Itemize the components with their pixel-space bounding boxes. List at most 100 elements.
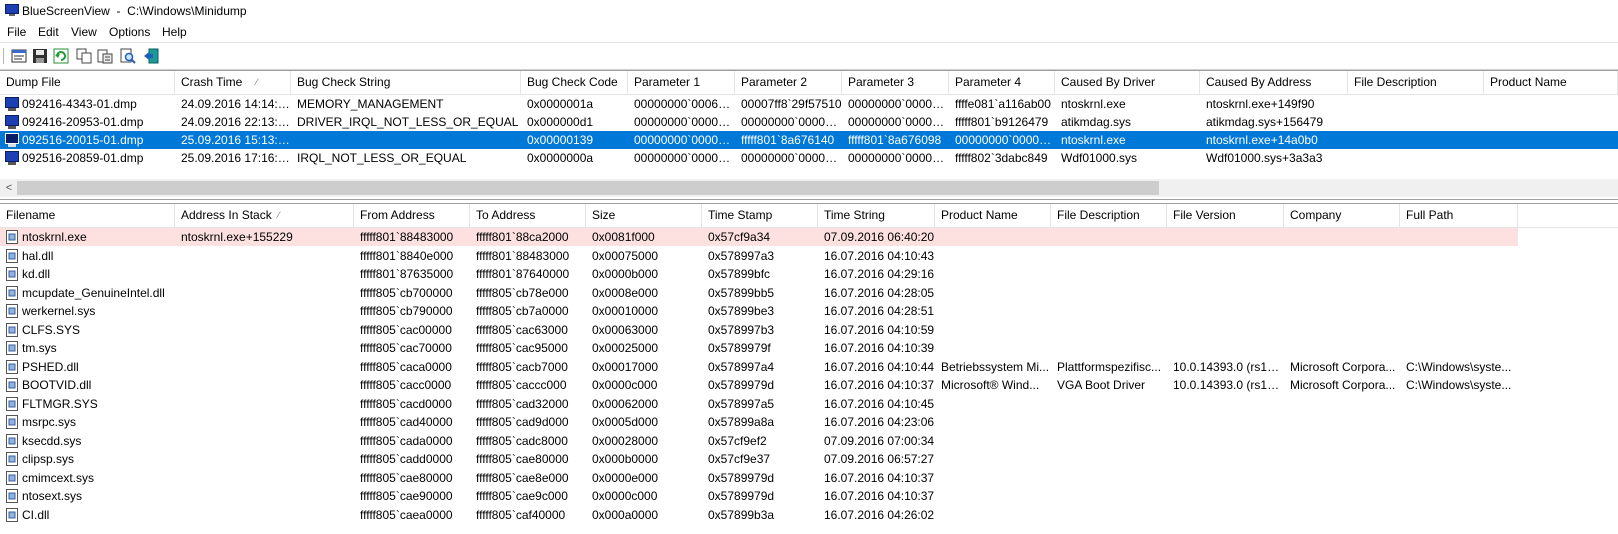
properties-icon[interactable] xyxy=(10,47,28,65)
app-icon xyxy=(5,4,19,16)
column-crash-time[interactable]: Crash Time xyxy=(175,71,291,94)
cell-company xyxy=(1284,506,1400,524)
driver-row[interactable]: ksecdd.sys fffff805`cada0000 fffff805`cadc… xyxy=(0,432,1568,450)
menu-options[interactable]: Options xyxy=(109,25,150,39)
cell-time-stamp: 0x57cf9e37 xyxy=(708,452,771,466)
toolbar xyxy=(0,42,1618,70)
cell-crash-time: 25.09.2016 15:13:45 xyxy=(181,133,291,147)
cell-from-address: fffff805`caea0000 xyxy=(360,507,453,522)
column-bug-check-string[interactable]: Bug Check String xyxy=(291,71,521,94)
menu-help[interactable]: Help xyxy=(162,25,187,39)
cell-time-stamp: 0x57cf9ef2 xyxy=(708,433,767,448)
driver-row[interactable]: CI.dll fffff805`caea0000 fffff805`caf40000… xyxy=(0,506,1568,524)
exit-icon[interactable] xyxy=(142,47,160,65)
driver-row[interactable]: BOOTVID.dll fffff805`cacc0000 fffff805`cac… xyxy=(0,376,1568,394)
cell-file-version xyxy=(1167,228,1284,246)
cell-size: 0x00025000 xyxy=(592,341,659,355)
driver-row[interactable]: ntoskrnl.exe ntoskrnl.exe+155229 fffff801`… xyxy=(0,228,1518,246)
cell-address-in-stack xyxy=(175,395,354,413)
menu-edit[interactable]: Edit xyxy=(38,25,59,39)
cell-time-string: 16.07.2016 04:29:16 xyxy=(824,267,935,281)
find-icon[interactable] xyxy=(119,47,137,65)
html-report-icon[interactable] xyxy=(96,47,114,65)
refresh-icon[interactable] xyxy=(52,47,70,65)
cell-address-in-stack xyxy=(175,265,354,283)
column-size[interactable]: Size xyxy=(586,204,702,227)
cell-parameter-4: fffff801`b9126479 xyxy=(955,115,1049,129)
dump-list[interactable]: Dump File Crash Time ⁄ Bug Check String … xyxy=(0,70,1618,200)
driver-row[interactable]: kd.dll fffff801`87635000 fffff801`87640000… xyxy=(0,265,1568,283)
column-time-string[interactable]: Time String xyxy=(818,204,935,227)
cell-company xyxy=(1284,265,1400,283)
driver-row[interactable]: tm.sys fffff805`cac70000 fffff805`cac95000… xyxy=(0,339,1568,357)
cell-size: 0x00010000 xyxy=(592,304,659,318)
cell-caused-by-address: ntoskrnl.exe+149f90 xyxy=(1206,97,1315,111)
cell-file-version xyxy=(1167,413,1284,431)
driver-row[interactable]: hal.dll fffff801`8840e000 fffff801`8848300… xyxy=(0,247,1568,265)
driver-row[interactable]: ntosext.sys fffff805`cae90000 fffff805`cae… xyxy=(0,487,1568,505)
driver-row[interactable]: werkernel.sys fffff805`cb790000 fffff805`c… xyxy=(0,302,1568,320)
column-dump-file[interactable]: Dump File xyxy=(0,71,175,94)
column-from-address[interactable]: From Address xyxy=(354,204,470,227)
cell-crash-time: 24.09.2016 14:14:51 xyxy=(181,97,291,111)
column-company[interactable]: Company xyxy=(1284,204,1400,227)
save-icon[interactable] xyxy=(31,47,49,65)
dump-row-selected[interactable]: 092516-20015-01.dmp 25.09.2016 15:13:45 … xyxy=(0,131,1618,149)
menu-view[interactable]: View xyxy=(71,25,97,39)
column-file-version[interactable]: File Version xyxy=(1167,204,1284,227)
column-caused-by-driver[interactable]: Caused By Driver xyxy=(1055,71,1200,94)
cell-address-in-stack xyxy=(175,450,354,468)
driver-row[interactable]: mcupdate_GenuineIntel.dll fffff805`cb7000… xyxy=(0,284,1568,302)
column-file-description[interactable]: File Description xyxy=(1051,204,1167,227)
column-parameter-4[interactable]: Parameter 4 xyxy=(949,71,1055,94)
dump-row[interactable]: 092416-20953-01.dmp 24.09.2016 22:13:59 … xyxy=(0,113,1568,131)
cell-company xyxy=(1284,432,1400,450)
driver-list[interactable]: Filename Address In Stack ⁄ From Address… xyxy=(0,203,1618,534)
column-product-name[interactable]: Product Name xyxy=(1484,71,1618,94)
cell-file-description: Plattformspezifisc... xyxy=(1057,359,1162,374)
cell-file-version: 10.0.14393.0 (rs1_r... xyxy=(1173,359,1284,374)
cell-file-description xyxy=(1051,450,1167,468)
cell-product-name xyxy=(935,284,1051,302)
driver-row[interactable]: msrpc.sys fffff805`cad40000 fffff805`cad9d… xyxy=(0,413,1568,431)
cell-file-version xyxy=(1167,302,1284,320)
column-file-description[interactable]: File Description xyxy=(1348,71,1484,94)
column-product-name[interactable]: Product Name xyxy=(935,204,1051,227)
column-bug-check-code[interactable]: Bug Check Code xyxy=(521,71,628,94)
dump-row[interactable]: 092416-4343-01.dmp 24.09.2016 14:14:51 M… xyxy=(0,95,1568,113)
column-to-address[interactable]: To Address xyxy=(470,204,586,227)
cell-caused-by-address: ntoskrnl.exe+14a0b0 xyxy=(1206,133,1318,147)
driver-row[interactable]: CLFS.SYS fffff805`cac00000 fffff805`cac630… xyxy=(0,321,1568,339)
menu-file[interactable]: File xyxy=(7,25,26,39)
driver-row[interactable]: PSHED.dll fffff805`caca0000 fffff805`cacb7… xyxy=(0,358,1568,376)
driver-row[interactable]: FLTMGR.SYS fffff805`cacd0000 fffff805`cad3… xyxy=(0,395,1568,413)
cell-time-string: 16.07.2016 04:10:37 xyxy=(824,489,935,503)
cell-size: 0x0000e000 xyxy=(592,470,659,485)
scrollbar-thumb[interactable] xyxy=(17,181,1159,195)
column-time-stamp[interactable]: Time Stamp xyxy=(702,204,818,227)
cell-size: 0x0081f000 xyxy=(592,230,655,244)
cell-to-address: fffff805`cad32000 xyxy=(476,396,569,411)
scroll-left-icon[interactable]: < xyxy=(2,181,16,195)
cell-product-name xyxy=(935,228,1051,246)
cell-dump-file: 092416-20953-01.dmp xyxy=(22,115,144,129)
cell-size: 0x0000b000 xyxy=(592,267,659,281)
column-full-path[interactable]: Full Path xyxy=(1400,204,1518,227)
driver-row[interactable]: clipsp.sys fffff805`cadd0000 fffff805`cae8… xyxy=(0,450,1568,468)
column-filename[interactable]: Filename xyxy=(0,204,175,227)
cell-company xyxy=(1284,487,1400,505)
cell-parameter-4: fffff802`3dabc849 xyxy=(955,151,1048,165)
cell-time-stamp: 0x57899b3a xyxy=(708,507,775,522)
dump-row[interactable]: 092516-20859-01.dmp 25.09.2016 17:16:17 … xyxy=(0,149,1568,167)
driver-row[interactable]: cmimcext.sys fffff805`cae80000 fffff805`ca… xyxy=(0,469,1568,487)
column-parameter-2[interactable]: Parameter 2 xyxy=(735,71,842,94)
copy-icon[interactable] xyxy=(75,47,93,65)
column-parameter-1[interactable]: Parameter 1 xyxy=(628,71,735,94)
cell-from-address: fffff801`88483000 xyxy=(360,230,454,244)
column-parameter-3[interactable]: Parameter 3 xyxy=(842,71,949,94)
column-address-in-stack[interactable]: Address In Stack xyxy=(175,204,354,227)
column-caused-by-address[interactable]: Caused By Address xyxy=(1200,71,1348,94)
cell-address-in-stack xyxy=(175,321,354,339)
horizontal-scrollbar[interactable]: < xyxy=(0,179,1618,197)
cell-from-address: fffff805`cae80000 xyxy=(360,470,453,485)
